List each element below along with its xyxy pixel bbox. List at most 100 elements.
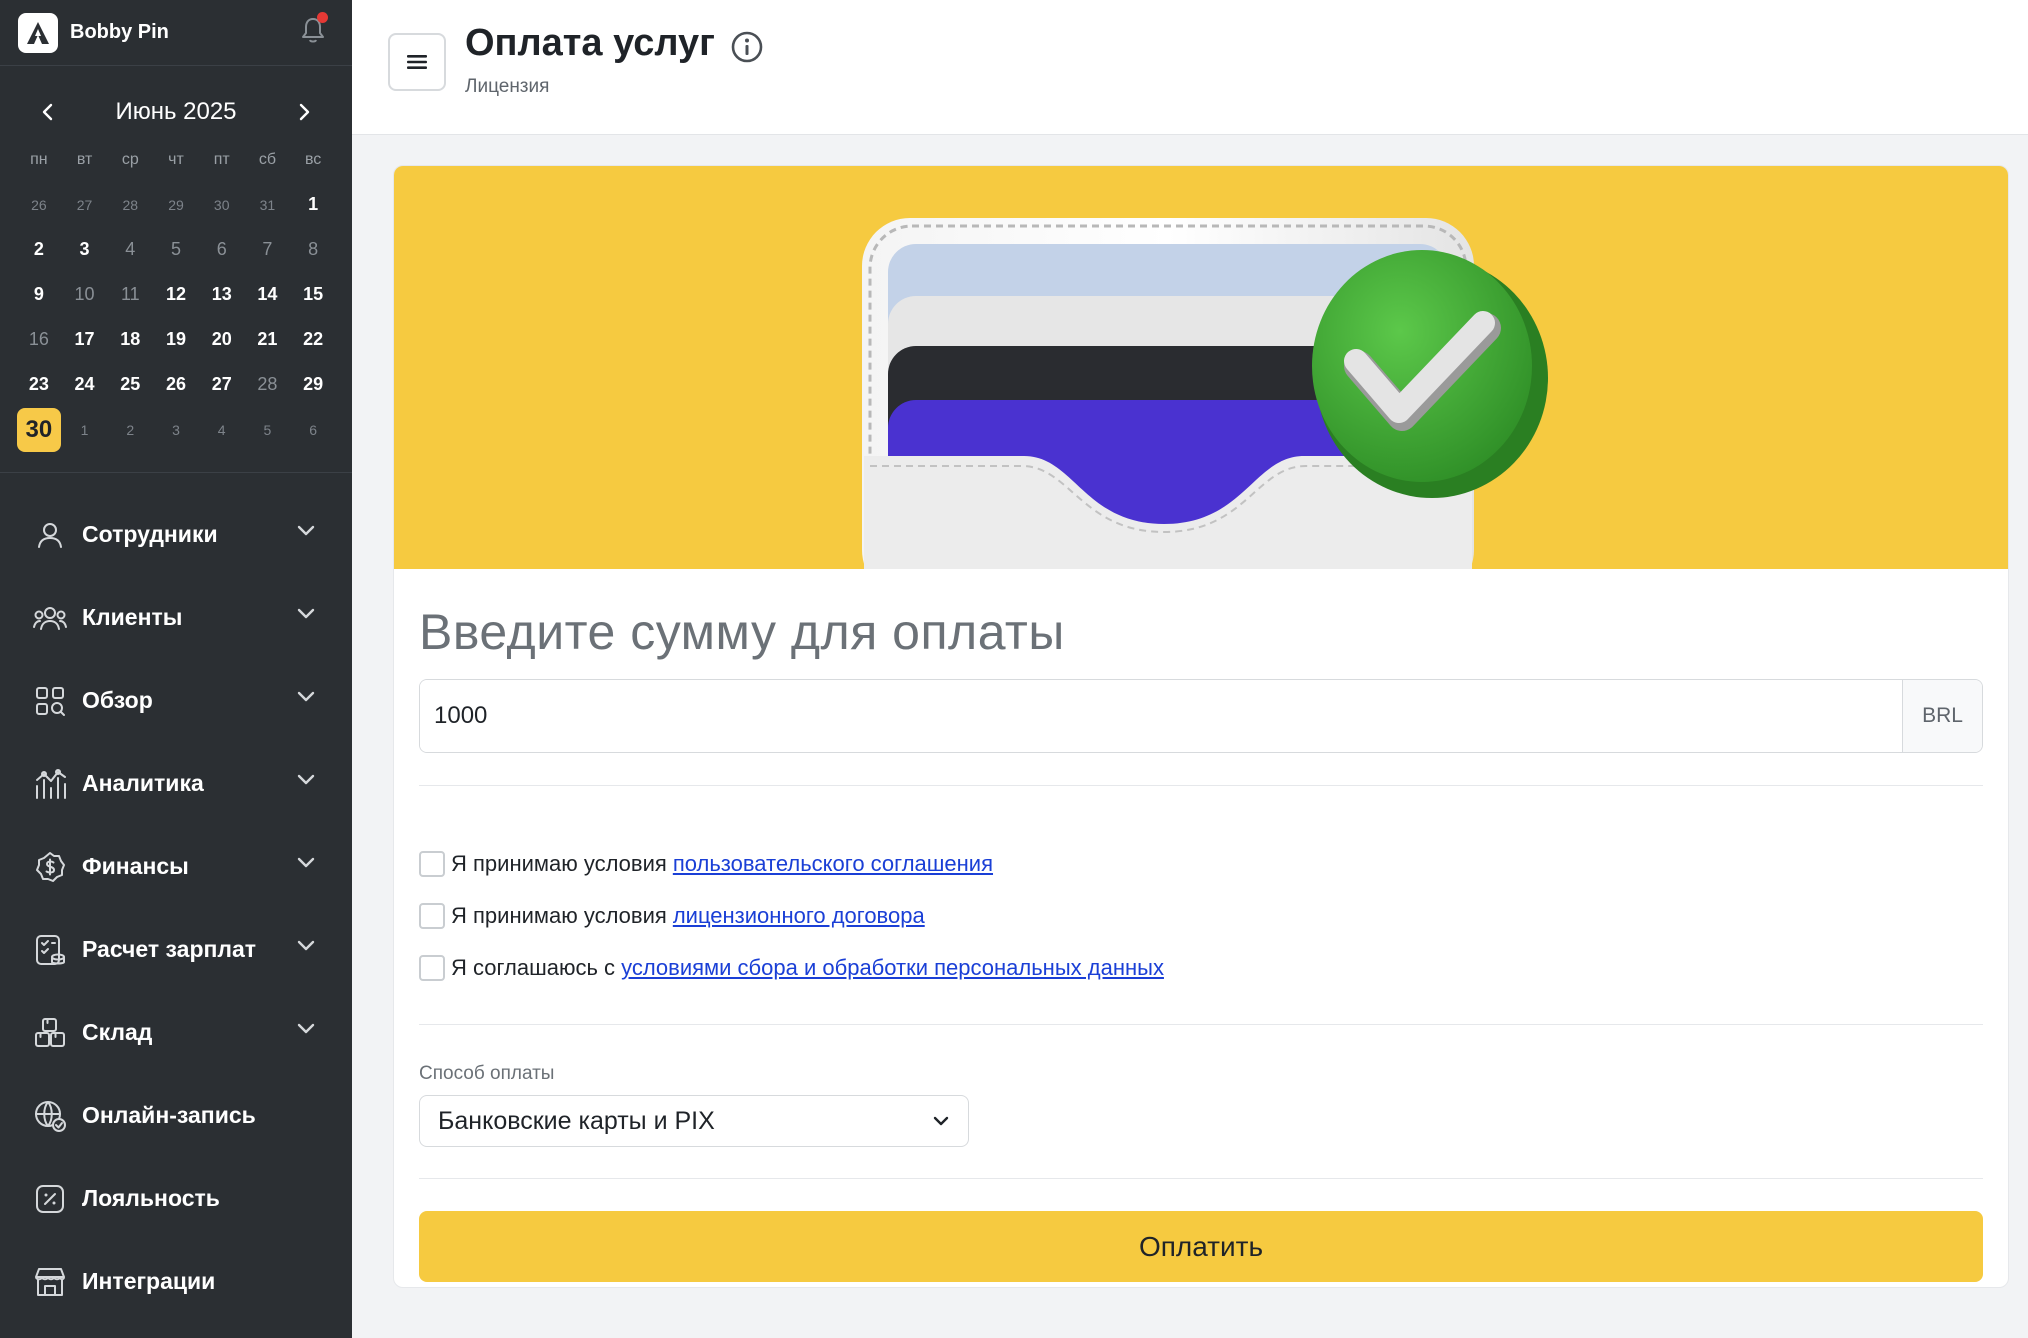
agreement-checkbox[interactable] bbox=[419, 955, 445, 981]
calendar-day[interactable]: 28 bbox=[107, 182, 153, 227]
menu-item-6[interactable]: Склад bbox=[0, 991, 352, 1074]
user-name[interactable]: Bobby Pin bbox=[70, 21, 169, 44]
calendar-day[interactable]: 26 bbox=[16, 182, 62, 227]
calendar-day[interactable]: 27 bbox=[62, 182, 108, 227]
page-header: Оплата услуг Лицензия bbox=[352, 0, 2028, 135]
menu-item-1[interactable]: Клиенты bbox=[0, 576, 352, 659]
calendar-day-number: 1 bbox=[80, 421, 89, 438]
calendar-day[interactable]: 28 bbox=[245, 362, 291, 407]
menu-item-label: Лояльность bbox=[82, 1185, 220, 1211]
calendar-day[interactable]: 13 bbox=[199, 272, 245, 317]
calendar-day-number: 19 bbox=[165, 329, 186, 349]
chevron-down-icon[interactable] bbox=[296, 524, 318, 546]
calendar-day[interactable]: 15 bbox=[290, 272, 336, 317]
calendar-day-number: 4 bbox=[217, 421, 226, 438]
calendar-day[interactable]: 7 bbox=[245, 227, 291, 272]
calendar-day[interactable]: 4 bbox=[199, 407, 245, 452]
next-month-button[interactable] bbox=[284, 92, 324, 132]
calendar-day[interactable]: 24 bbox=[62, 362, 108, 407]
calendar-day[interactable]: 3 bbox=[62, 227, 108, 272]
info-icon[interactable] bbox=[730, 30, 764, 64]
discount-icon bbox=[32, 1181, 68, 1217]
calendar-day[interactable]: 21 bbox=[245, 317, 291, 362]
menu-item-5[interactable]: Расчет зарплат bbox=[0, 908, 352, 991]
menu-item-8[interactable]: Лояльность bbox=[0, 1157, 352, 1240]
agreement-checkbox[interactable] bbox=[419, 851, 445, 877]
chevron-down-icon[interactable] bbox=[296, 690, 318, 712]
notifications-bell-icon[interactable] bbox=[300, 12, 328, 44]
calendar-day-number: 26 bbox=[165, 374, 186, 394]
calendar-day[interactable]: 29 bbox=[290, 362, 336, 407]
calendar-day[interactable]: 14 bbox=[245, 272, 291, 317]
calendar-day-today[interactable]: 30 bbox=[16, 407, 62, 452]
chevron-down-icon[interactable] bbox=[296, 1022, 318, 1044]
menu-item-9[interactable]: Интеграции bbox=[0, 1240, 352, 1323]
calendar-day[interactable]: 5 bbox=[245, 407, 291, 452]
boxes-icon bbox=[32, 1015, 68, 1051]
calendar-month-title: Июнь 2025 bbox=[115, 98, 237, 125]
calendar-day-number: 21 bbox=[257, 329, 278, 349]
menu-toggle-button[interactable] bbox=[388, 33, 446, 91]
chevron-down-icon[interactable] bbox=[296, 607, 318, 629]
calendar-day[interactable]: 26 bbox=[153, 362, 199, 407]
payment-method-select[interactable]: Банковские карты и PIX bbox=[419, 1095, 969, 1147]
calendar-day[interactable]: 5 bbox=[153, 227, 199, 272]
calendar-day[interactable]: 2 bbox=[16, 227, 62, 272]
calendar-day[interactable]: 12 bbox=[153, 272, 199, 317]
menu-item-3[interactable]: Аналитика bbox=[0, 742, 352, 825]
agreement-link[interactable]: пользовательского соглашения bbox=[673, 851, 993, 877]
menu-item-0[interactable]: Сотрудники bbox=[0, 493, 352, 576]
calendar-day[interactable]: 9 bbox=[16, 272, 62, 317]
calendar-day[interactable]: 16 bbox=[16, 317, 62, 362]
calendar-day[interactable]: 3 bbox=[153, 407, 199, 452]
calendar-day[interactable]: 1 bbox=[290, 182, 336, 227]
users-icon bbox=[32, 600, 68, 636]
calendar-day[interactable]: 23 bbox=[16, 362, 62, 407]
calendar-day[interactable]: 6 bbox=[290, 407, 336, 452]
calendar-day[interactable]: 20 bbox=[199, 317, 245, 362]
chevron-down-icon[interactable] bbox=[296, 773, 318, 795]
calendar-day[interactable]: 22 bbox=[290, 317, 336, 362]
chevron-down-icon[interactable] bbox=[296, 939, 318, 961]
calendar-day[interactable]: 17 bbox=[62, 317, 108, 362]
calendar-day[interactable]: 25 bbox=[107, 362, 153, 407]
agreement-link[interactable]: лицензионного договора bbox=[673, 903, 925, 929]
agreement-checkbox[interactable] bbox=[419, 903, 445, 929]
calendar-day-number: 6 bbox=[216, 239, 227, 259]
menu-item-4[interactable]: Финансы bbox=[0, 825, 352, 908]
globe-check-icon bbox=[32, 1098, 68, 1134]
calendar-day[interactable]: 19 bbox=[153, 317, 199, 362]
amount-input[interactable] bbox=[420, 680, 1902, 752]
agreement-text: Я соглашаюсь с bbox=[451, 955, 616, 980]
calendar-day[interactable]: 11 bbox=[107, 272, 153, 317]
calendar-day-number: 28 bbox=[122, 196, 139, 213]
calendar-day[interactable]: 27 bbox=[199, 362, 245, 407]
calendar-day-number: 10 bbox=[74, 284, 95, 304]
calendar-day[interactable]: 18 bbox=[107, 317, 153, 362]
agreement-link[interactable]: условиями сбора и обработки персональных… bbox=[621, 955, 1164, 981]
app-logo-icon[interactable] bbox=[18, 12, 58, 53]
calendar-day-number: 30 bbox=[16, 407, 61, 452]
calendar-day[interactable]: 29 bbox=[153, 182, 199, 227]
calendar-day-number: 14 bbox=[257, 284, 278, 304]
calendar-day[interactable]: 1 bbox=[62, 407, 108, 452]
calendar-day-number: 13 bbox=[211, 284, 232, 304]
main-menu: Сотрудники Клиенты Обзор Аналитика Финансы Ра… bbox=[0, 473, 352, 1323]
calendar-day[interactable]: 30 bbox=[199, 182, 245, 227]
notification-dot bbox=[317, 12, 328, 23]
calendar-day-number: 2 bbox=[126, 421, 135, 438]
calendar-day[interactable]: 31 bbox=[245, 182, 291, 227]
calendar-day[interactable]: 2 bbox=[107, 407, 153, 452]
chevron-down-icon[interactable] bbox=[296, 856, 318, 878]
prev-month-button[interactable] bbox=[28, 92, 68, 132]
menu-item-2[interactable]: Обзор bbox=[0, 659, 352, 742]
calendar-day[interactable]: 4 bbox=[107, 227, 153, 272]
menu-item-label: Обзор bbox=[82, 687, 153, 713]
menu-item-label: Онлайн-запись bbox=[82, 1102, 256, 1128]
mini-calendar: Июнь 2025 пн вт ср чт пт сб вс 26 27 28 29 30 31 1 2 3… bbox=[0, 66, 352, 473]
calendar-day[interactable]: 8 bbox=[290, 227, 336, 272]
menu-item-7[interactable]: Онлайн-запись bbox=[0, 1074, 352, 1157]
calendar-day[interactable]: 6 bbox=[199, 227, 245, 272]
pay-button[interactable]: Оплатить bbox=[419, 1211, 1983, 1282]
calendar-day[interactable]: 10 bbox=[62, 272, 108, 317]
